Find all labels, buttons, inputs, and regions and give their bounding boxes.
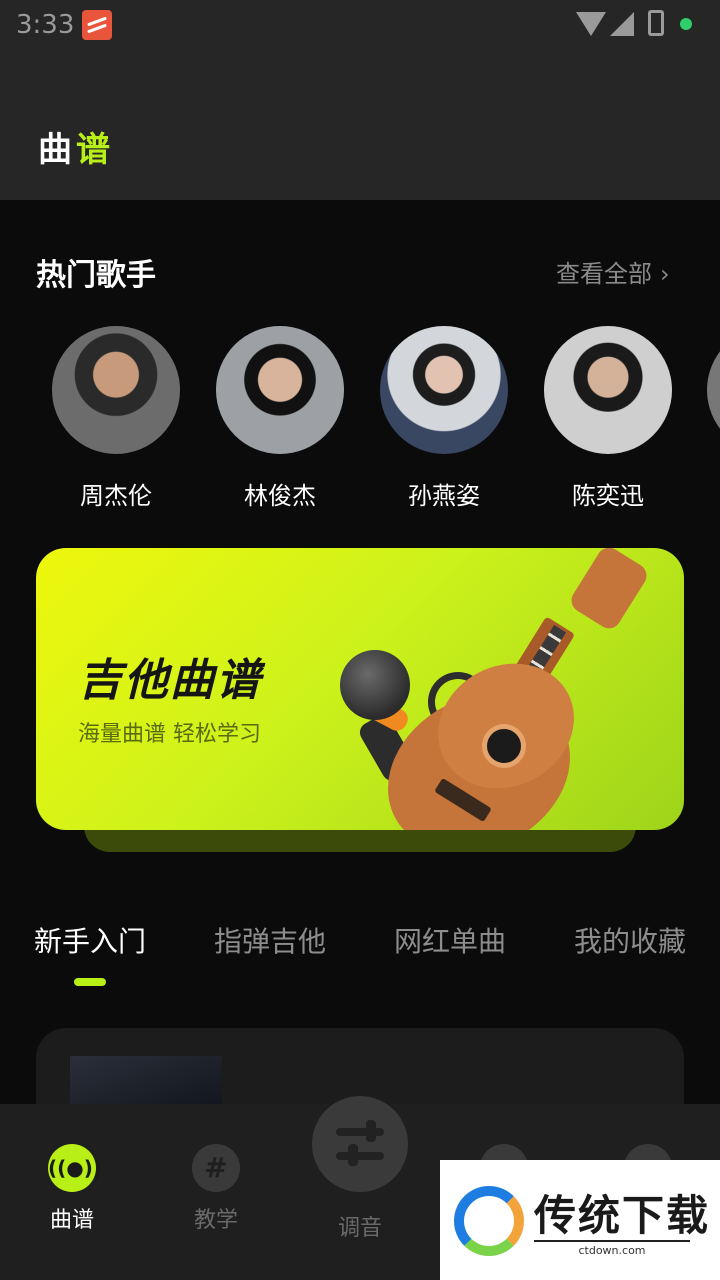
nav-item-tabs[interactable]: ((●)) 曲谱 bbox=[12, 1144, 132, 1234]
singer-avatar bbox=[544, 326, 672, 454]
nav-label: 教学 bbox=[193, 1208, 238, 1233]
chevron-right-icon: › bbox=[660, 260, 670, 288]
watermark: 传统下载 ctdown.com bbox=[440, 1160, 720, 1280]
tab-my-favorites[interactable]: 我的收藏 bbox=[574, 920, 686, 960]
active-tab-indicator bbox=[74, 978, 106, 986]
singer-avatar bbox=[216, 326, 344, 454]
page-title-part2: 谱 bbox=[76, 130, 114, 170]
singer-item[interactable]: 林俊杰 bbox=[215, 326, 345, 511]
nav-item-teaching[interactable]: # 教学 bbox=[156, 1144, 276, 1234]
wifi-icon bbox=[576, 12, 606, 36]
tab-fingerstyle[interactable]: 指弹吉他 bbox=[214, 920, 326, 960]
vinyl-icon: ((●)) bbox=[48, 1144, 102, 1192]
nav-label: 调音 bbox=[337, 1216, 382, 1241]
hash-icon: # bbox=[192, 1144, 240, 1192]
guitar-tabs-banner[interactable]: 吉他曲谱 海量曲谱 轻松学习 bbox=[36, 548, 684, 830]
nav-label: 曲谱 bbox=[49, 1208, 94, 1233]
singer-avatar bbox=[707, 326, 720, 454]
singer-name: 周杰伦 bbox=[80, 482, 152, 510]
singer-avatar bbox=[380, 326, 508, 454]
singer-avatar bbox=[52, 326, 180, 454]
page-title: 曲谱 bbox=[38, 122, 114, 171]
singer-item[interactable]: 孙燕姿 bbox=[379, 326, 509, 511]
nav-item-tuner[interactable] bbox=[312, 1096, 408, 1192]
see-all-link[interactable]: 查看全部 › bbox=[556, 254, 670, 289]
status-time: 3:33 bbox=[16, 10, 75, 40]
tuner-sliders-icon-bar bbox=[336, 1152, 384, 1160]
singer-item[interactable]: 周杰伦 bbox=[51, 326, 181, 511]
tuner-sliders-icon bbox=[336, 1128, 384, 1136]
page-title-part1: 曲 bbox=[38, 130, 76, 170]
watermark-text: 传统下载 bbox=[534, 1191, 711, 1240]
tuner-knob bbox=[348, 1144, 358, 1166]
watermark-logo-icon bbox=[454, 1186, 524, 1256]
hot-singers-title: 热门歌手 bbox=[36, 258, 156, 293]
signal-icon bbox=[610, 12, 634, 36]
singer-name: 孙燕姿 bbox=[408, 482, 480, 510]
tab-viral-singles[interactable]: 网红单曲 bbox=[394, 920, 506, 960]
watermark-url: ctdown.com bbox=[534, 1240, 690, 1257]
tuner-knob bbox=[366, 1120, 376, 1142]
singer-name: 林俊杰 bbox=[244, 482, 316, 510]
see-all-label: 查看全部 bbox=[556, 260, 652, 288]
banner-subtitle: 海量曲谱 轻松学习 bbox=[78, 722, 261, 747]
top-bar: 3:33 曲谱 bbox=[0, 0, 720, 200]
battery-icon bbox=[648, 10, 664, 36]
guitar-headstock-illustration bbox=[567, 548, 651, 633]
status-bar: 3:33 bbox=[0, 0, 720, 52]
guitar-soundhole-illustration bbox=[482, 724, 526, 768]
banner-title: 吉他曲谱 bbox=[78, 655, 262, 706]
tab-beginner[interactable]: 新手入门 bbox=[34, 920, 146, 960]
singer-name: 陈奕迅 bbox=[572, 482, 644, 510]
singer-item-partial[interactable] bbox=[707, 326, 720, 454]
microphone-icon bbox=[340, 650, 410, 720]
status-dot-icon bbox=[680, 18, 692, 30]
singer-item[interactable]: 陈奕迅 bbox=[543, 326, 673, 511]
app-notification-icon bbox=[82, 10, 112, 40]
